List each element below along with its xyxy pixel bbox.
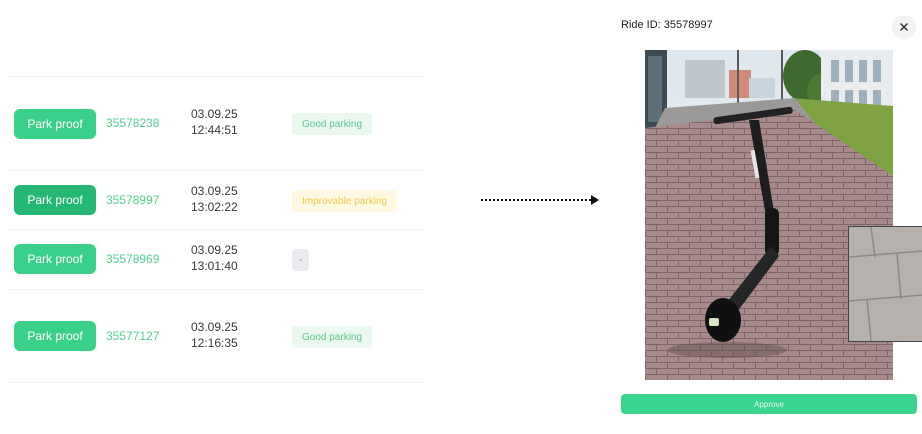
park-proof-button[interactable]: Park proof [14,321,96,351]
divider [6,229,424,230]
zoom-inset [848,226,922,342]
ride-id: 35578997 [106,193,160,207]
ride-date: 03.09.25 [191,320,238,334]
ride-datetime: 03.09.25 12:44:51 [191,106,238,138]
park-proof-modal: Ride ID: 35578997 Approve [612,0,922,434]
table-row: Park proof 35578997 03.09.25 13:02:22 Im… [6,180,424,224]
status-badge: Improvable parking [292,190,398,212]
ride-id: 35578238 [106,116,160,130]
divider [6,170,424,171]
dotted-arrow-icon [481,195,599,205]
close-button[interactable] [892,15,916,39]
ride-time: 12:16:35 [191,336,238,350]
status-badge: Good parking [292,326,373,348]
rides-table: Park proof 35578238 03.09.25 12:44:51 Go… [6,0,424,434]
ride-time: 13:01:40 [191,259,238,273]
approve-button[interactable]: Approve [621,394,917,414]
ride-date: 03.09.25 [191,107,238,121]
ride-datetime: 03.09.25 12:16:35 [191,319,238,351]
park-proof-button[interactable]: Park proof [14,244,96,274]
status-badge: - [292,249,310,271]
table-row: Park proof 35578238 03.09.25 12:44:51 Go… [6,102,424,146]
table-row: Park proof 35577127 03.09.25 12:16:35 Go… [6,316,424,360]
ride-time: 12:44:51 [191,123,238,137]
ride-datetime: 03.09.25 13:02:22 [191,183,238,215]
zoomed-pavement-image [849,227,922,341]
ride-date: 03.09.25 [191,243,238,257]
status-badge: Good parking [292,113,373,135]
divider [6,76,424,77]
ride-date: 03.09.25 [191,184,238,198]
close-icon [899,22,909,32]
ride-time: 13:02:22 [191,200,238,214]
park-proof-button[interactable]: Park proof [14,185,96,215]
ride-datetime: 03.09.25 13:01:40 [191,242,238,274]
divider [6,289,424,290]
ride-id: 35578969 [106,252,160,266]
divider [6,382,424,383]
park-proof-button[interactable]: Park proof [14,109,96,139]
ride-id: 35577127 [106,329,160,343]
table-row: Park proof 35578969 03.09.25 13:01:40 - [6,239,424,283]
modal-title: Ride ID: 35578997 [621,19,713,31]
